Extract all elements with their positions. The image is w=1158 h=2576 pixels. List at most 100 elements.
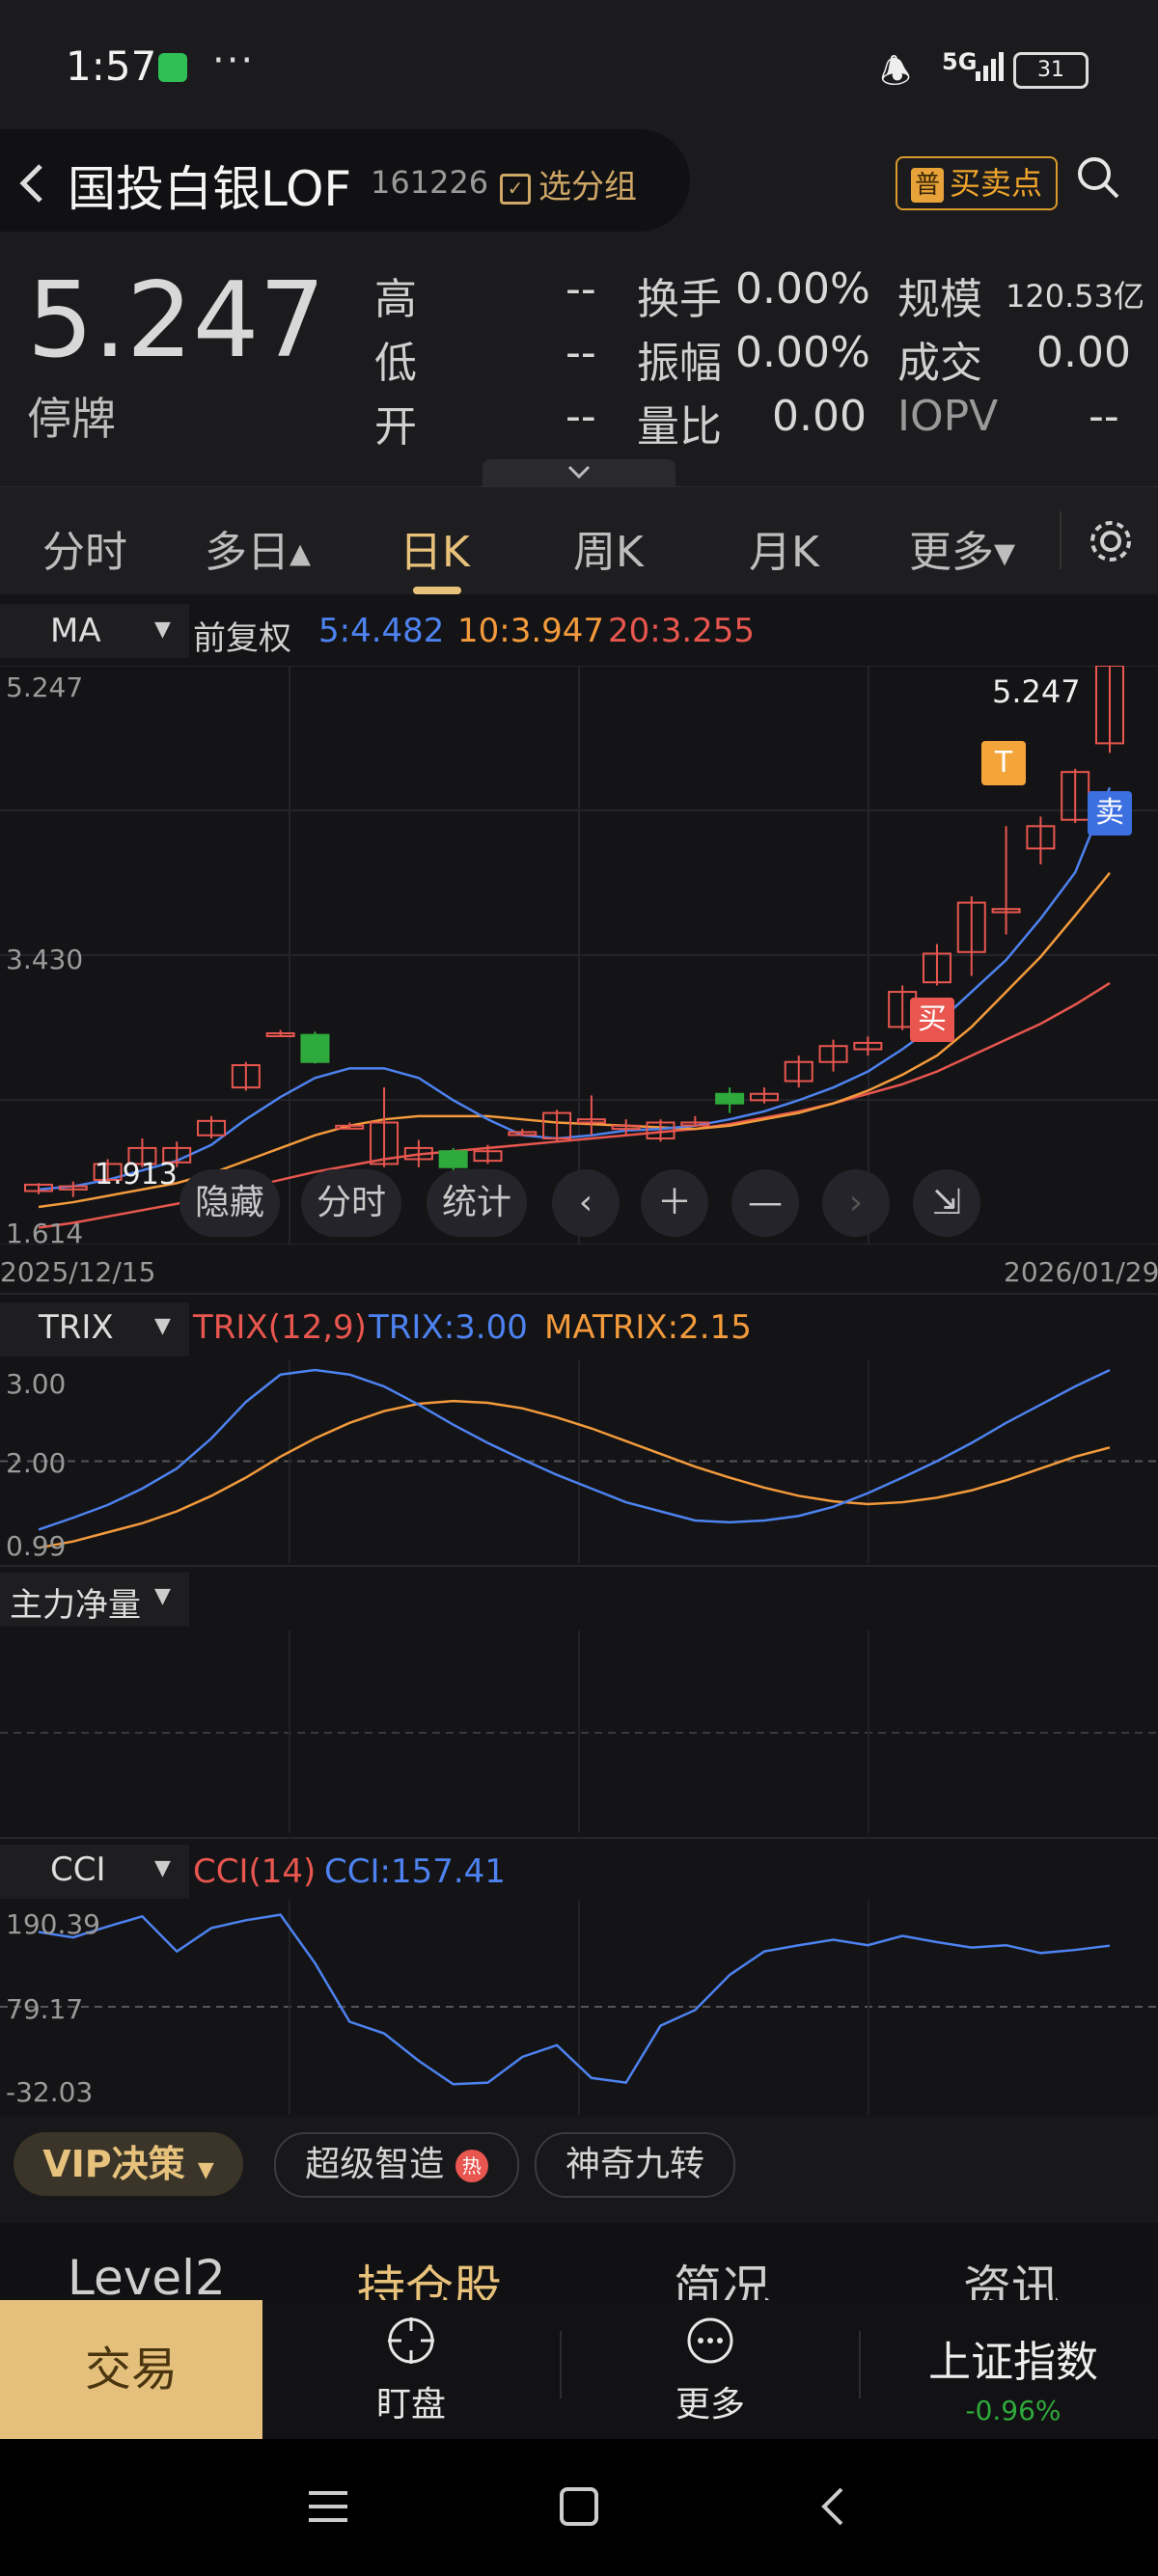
mainforce-indicator-selector[interactable]: 主力净量 ▼ xyxy=(0,1573,189,1627)
magic-nine-button[interactable]: 神奇九转 xyxy=(535,2132,735,2198)
tab-daily-k[interactable]: 日K xyxy=(400,517,470,579)
nav-divider xyxy=(560,2331,562,2398)
mainforce-chart xyxy=(0,1631,1158,1833)
watch-button[interactable]: 盯盘 xyxy=(305,2300,517,2439)
scroll-right-button[interactable]: › xyxy=(822,1169,890,1237)
cci-line xyxy=(38,1913,1111,2086)
chevron-right-icon: › xyxy=(848,1183,864,1222)
scroll-left-button[interactable]: ‹ xyxy=(552,1169,620,1237)
back-button[interactable] xyxy=(14,154,48,224)
chevron-down-icon xyxy=(567,465,591,480)
cci-title: CCI(14) xyxy=(193,1852,317,1891)
quote-label-turnover: 换手 xyxy=(637,275,722,324)
tab-monthly-k[interactable]: 月K xyxy=(749,517,819,579)
search-icon[interactable] xyxy=(1075,154,1119,199)
cci-indicator-selector[interactable]: CCI ▼ xyxy=(0,1845,189,1899)
more-dots-icon xyxy=(687,2317,733,2364)
quote-value-iopv: -- xyxy=(1089,392,1119,441)
buy-sell-point-label: 买卖点 xyxy=(950,165,1043,202)
divider xyxy=(0,1837,1158,1839)
stats-tool-button[interactable]: 统计 xyxy=(427,1169,527,1237)
quote-label-iopv: IOPV xyxy=(897,392,999,441)
vip-decision-button[interactable]: VIP决策 ▼ xyxy=(14,2132,243,2196)
trade-button[interactable]: 交易 xyxy=(0,2300,262,2439)
vip-decision-label: VIP决策 xyxy=(42,2143,185,2185)
active-tab-indicator xyxy=(413,587,461,594)
select-group-button[interactable]: ✓ 选分组 xyxy=(500,160,637,207)
trix-title: TRIX(12,9) xyxy=(193,1308,367,1347)
trix-value: TRIX:3.00 xyxy=(369,1308,528,1347)
quote-value-low: -- xyxy=(565,328,596,377)
fullscreen-button[interactable]: ⇲ xyxy=(913,1169,980,1237)
kline-y-max: 5.247 xyxy=(6,671,84,703)
status-time: 1:57 xyxy=(66,42,157,90)
mute-icon: 🕭 xyxy=(880,52,912,92)
select-group-label: 选分组 xyxy=(538,168,637,206)
sell-marker[interactable]: 卖 xyxy=(1088,791,1132,836)
cci-y-min: -32.03 xyxy=(6,2076,94,2108)
expand-quote-handle[interactable] xyxy=(482,459,676,486)
matrix-line xyxy=(38,1399,1111,1549)
fullscreen-icon: ⇲ xyxy=(931,1183,962,1222)
quote-label-amplitude: 振幅 xyxy=(637,339,722,388)
hot-badge: 热 xyxy=(455,2150,488,2182)
intraday-tool-button[interactable]: 分时 xyxy=(301,1169,401,1237)
trix-indicator-selector[interactable]: TRIX ▼ xyxy=(0,1302,189,1357)
hide-tool-button[interactable]: 隐藏 xyxy=(179,1169,280,1237)
index-change: -0.96% xyxy=(965,2395,1062,2426)
super-smart-label: 超级智造 xyxy=(305,2145,445,2184)
quote-value-high: -- xyxy=(565,264,596,314)
index-name: 上证指数 xyxy=(928,2338,1098,2387)
back-icon[interactable] xyxy=(813,2485,855,2528)
tab-level2[interactable]: Level2 xyxy=(68,2250,226,2306)
main-indicator-selector[interactable]: MA ▼ xyxy=(0,604,189,658)
caret-down-icon: ▼ xyxy=(197,2158,214,2182)
badge-regular: 普 xyxy=(910,168,944,203)
tab-more[interactable]: 更多▾ xyxy=(909,517,1015,579)
checkbox-icon: ✓ xyxy=(500,173,531,205)
signal-icon xyxy=(975,48,1006,81)
battery-icon: 31 xyxy=(1013,52,1089,89)
buy-sell-point-button[interactable]: 普买卖点 xyxy=(896,156,1058,210)
trix-indicator-name: TRIX xyxy=(39,1308,114,1347)
quote-value-volume-ratio: 0.00 xyxy=(772,392,867,441)
t-marker[interactable]: T xyxy=(981,741,1026,785)
current-price: 5.247 xyxy=(27,260,326,381)
tab-multi-day[interactable]: 多日▴ xyxy=(205,517,311,579)
quote-label-open: 开 xyxy=(374,402,417,452)
trix-chart xyxy=(0,1360,1158,1563)
home-icon[interactable] xyxy=(558,2485,600,2528)
divider xyxy=(0,1293,1158,1295)
zoom-in-button[interactable]: ＋ xyxy=(641,1169,708,1237)
buy-marker[interactable]: 买 xyxy=(910,998,954,1042)
settings-gear-icon[interactable] xyxy=(1087,517,1135,565)
super-smart-button[interactable]: 超级智造 热 xyxy=(274,2132,519,2198)
nav-divider xyxy=(859,2331,861,2398)
caret-down-icon: ▼ xyxy=(154,1856,171,1880)
tab-weekly-k[interactable]: 周K xyxy=(573,517,644,579)
cci-chart xyxy=(0,1901,1158,2115)
quote-label-low: 低 xyxy=(374,339,417,388)
cci-indicator-name: CCI xyxy=(50,1850,106,1889)
main-indicator-name: MA xyxy=(50,612,101,650)
kline-high-label: 5.247 xyxy=(992,673,1081,710)
status-bar: 1:57 ··· 🕭 5G 31 xyxy=(0,0,1158,125)
trading-status: 停牌 xyxy=(27,393,116,445)
cci-value: CCI:157.41 xyxy=(324,1852,506,1891)
caret-down-icon: ▼ xyxy=(154,617,171,642)
candle-body xyxy=(715,1092,745,1105)
quote-value-volume: 0.00 xyxy=(1036,328,1131,377)
tab-intraday[interactable]: 分时 xyxy=(42,517,127,579)
fund-title: 国投白银LOF xyxy=(68,161,352,217)
candle-body xyxy=(300,1033,330,1063)
trix-y-min: 0.99 xyxy=(6,1530,67,1562)
index-ticker[interactable]: 上证指数 -0.96% xyxy=(888,2327,1139,2426)
caret-down-icon: ▼ xyxy=(154,1584,171,1608)
quote-label-volume-ratio: 量比 xyxy=(637,402,722,452)
trix-line xyxy=(38,1368,1111,1531)
more-button[interactable]: 更多 xyxy=(604,2300,816,2439)
fund-code: 161226 xyxy=(371,164,489,201)
zoom-out-button[interactable]: — xyxy=(731,1169,799,1237)
menu-icon[interactable] xyxy=(307,2485,349,2528)
quote-value-open: -- xyxy=(565,392,596,441)
